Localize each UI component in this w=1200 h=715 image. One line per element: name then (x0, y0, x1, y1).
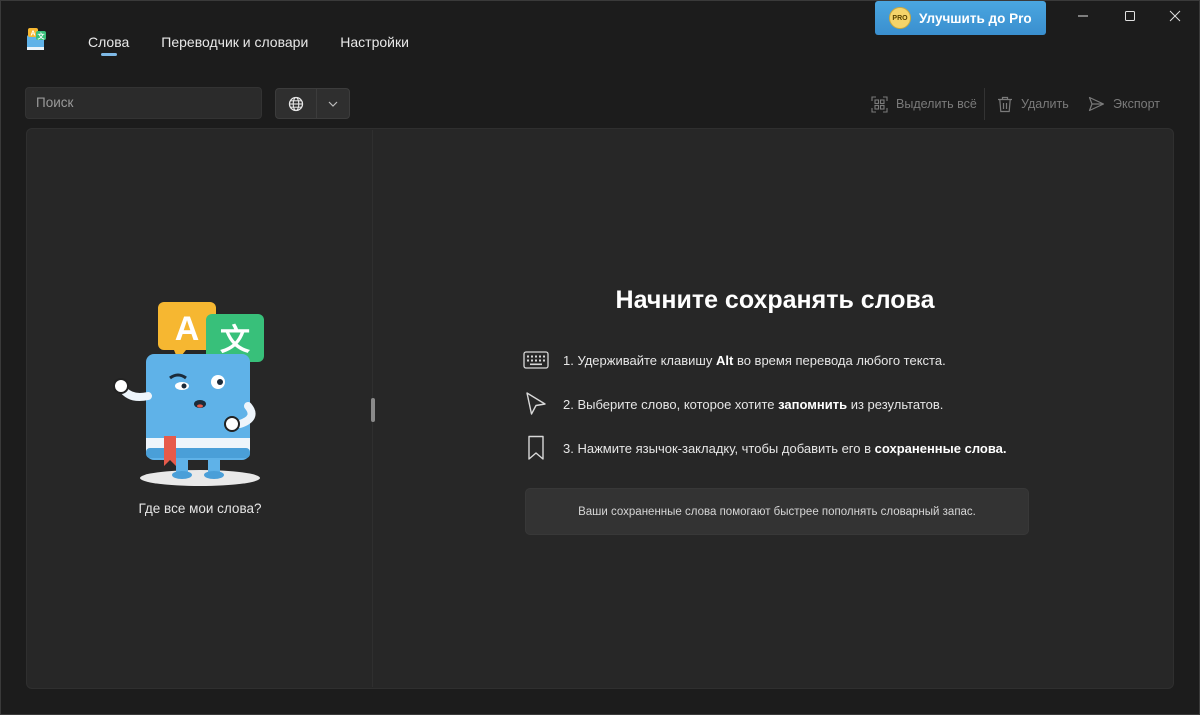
empty-state-caption: Где все мои слова? (138, 501, 262, 516)
pro-badge-icon: PRO (889, 7, 911, 29)
close-button[interactable] (1152, 0, 1198, 32)
select-all-button[interactable]: Выделить всё (871, 94, 977, 114)
step-3-text-a: 3. Нажмите язычок-закладку, чтобы добави… (563, 440, 875, 456)
maximize-button[interactable] (1107, 0, 1153, 32)
step-2-text-b: из результатов. (850, 396, 944, 412)
search-input[interactable]: Поиск (25, 87, 262, 119)
app-logo-icon: A 文 (27, 28, 46, 50)
step-2-text-a: 2. Выберите слово, которое хотите (563, 396, 779, 412)
language-dropdown-toggle[interactable] (317, 89, 349, 118)
delete-label: Удалить (1021, 97, 1069, 111)
maximize-icon (1125, 11, 1135, 21)
minimize-icon (1078, 15, 1088, 17)
tab-words-label: Слова (88, 34, 130, 50)
instruction-step-3-text: 3. Нажмите язычок-закладку, чтобы добави… (563, 441, 1007, 456)
svg-text:文: 文 (38, 32, 46, 41)
step-3-text-bold: сохраненные слова. (874, 440, 1007, 456)
step-1-text-b: во время перевода любого текста. (736, 352, 946, 368)
svg-text:A: A (175, 310, 200, 348)
search-placeholder: Поиск (36, 95, 74, 110)
book-mascot-illustration: A 文 (113, 302, 264, 486)
step-1-text-bold: Alt (715, 352, 734, 368)
tab-words[interactable]: Слова (72, 22, 145, 62)
toolbar-divider (984, 88, 985, 120)
bookmark-icon (528, 435, 544, 460)
tab-translator-label: Переводчик и словари (161, 34, 309, 50)
export-label: Экспорт (1113, 97, 1160, 111)
main-nav: Слова Переводчик и словари Настройки (72, 22, 425, 62)
send-icon (1088, 96, 1105, 112)
instruction-step-2-text: 2. Выберите слово, которое хотите запомн… (563, 397, 943, 412)
language-globe[interactable] (276, 89, 317, 118)
trash-icon (998, 96, 1012, 112)
upgrade-pro-label: Улучшить до Pro (919, 10, 1032, 26)
globe-icon (288, 96, 304, 111)
step-2-text-bold: запомнить (778, 396, 848, 412)
active-tab-indicator (100, 53, 117, 56)
select-all-label: Выделить всё (896, 97, 977, 111)
tab-settings-label: Настройки (340, 34, 409, 50)
info-tip-box: Ваши сохраненные слова помогают быстрее … (525, 488, 1029, 535)
keyboard-icon (523, 351, 549, 369)
select-all-icon (871, 95, 888, 113)
instruction-step-3: 3. Нажмите язычок-закладку, чтобы добави… (522, 433, 1007, 463)
instruction-step-1: 1. Удерживайте клавишу Alt во время пере… (522, 345, 946, 375)
tab-translator[interactable]: Переводчик и словари (145, 22, 324, 62)
step-1-text-a: 1. Удерживайте клавишу (563, 352, 716, 368)
splitter-handle[interactable] (371, 398, 375, 422)
upgrade-pro-button[interactable]: PRO Улучшить до Pro (875, 1, 1046, 35)
svg-text:文: 文 (220, 323, 250, 357)
export-button[interactable]: Экспорт (1088, 94, 1160, 114)
chevron-down-icon (328, 101, 338, 107)
info-tip-text: Ваши сохраненные слова помогают быстрее … (578, 505, 976, 518)
language-filter-dropdown[interactable] (275, 88, 350, 119)
svg-text:A: A (30, 31, 35, 38)
instruction-step-2: 2. Выберите слово, которое хотите запомн… (522, 389, 943, 419)
instruction-step-1-text: 1. Удерживайте клавишу Alt во время пере… (563, 353, 946, 368)
tab-settings[interactable]: Настройки (324, 22, 425, 62)
close-icon (1169, 10, 1181, 22)
minimize-button[interactable] (1060, 0, 1106, 32)
cursor-icon (526, 392, 546, 415)
empty-state-heading: Начните сохранять слова (615, 286, 935, 314)
delete-button[interactable]: Удалить (997, 94, 1069, 114)
